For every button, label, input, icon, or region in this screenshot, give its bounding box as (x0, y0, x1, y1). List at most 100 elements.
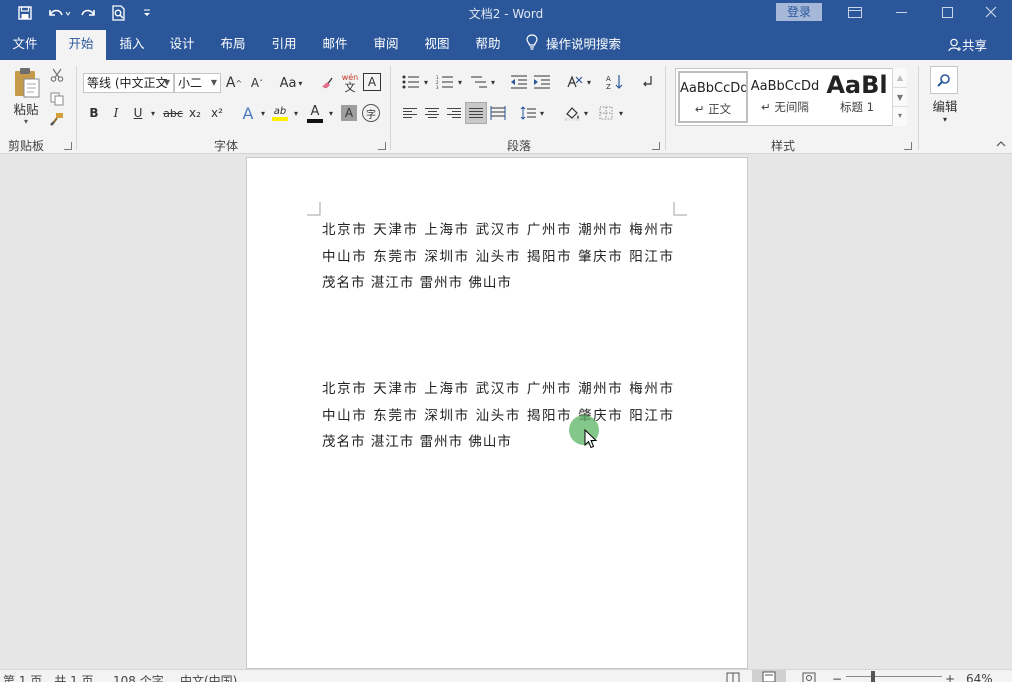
document-paragraph[interactable]: 北京市 天津市 上海市 武汉市 广州市 潮州市 梅州市 中山市 东莞市 深圳市 … (322, 217, 674, 297)
style-normal[interactable]: AaBbCcDd ↵ 正文 (678, 71, 748, 123)
divider (76, 66, 77, 150)
font-launcher-icon[interactable] (378, 142, 386, 150)
multilevel-dropdown-icon[interactable]: ▾ (489, 72, 497, 92)
highlight-dropdown-icon[interactable]: ▾ (291, 104, 301, 122)
zoom-out-button[interactable]: − (832, 672, 842, 682)
editing-button[interactable]: 编辑 (928, 97, 962, 114)
bullets-dropdown-icon[interactable]: ▾ (422, 72, 430, 92)
close-icon[interactable] (968, 0, 1012, 24)
print-layout-icon[interactable] (752, 670, 786, 682)
clear-formatting-icon[interactable] (318, 73, 338, 93)
enclose-characters-icon[interactable]: 字 (362, 104, 380, 122)
distributed-icon[interactable] (488, 104, 508, 122)
show-marks-icon[interactable] (638, 72, 656, 92)
ribbon-display-options-icon[interactable] (832, 0, 878, 24)
paragraph-launcher-icon[interactable] (652, 142, 660, 150)
zoom-level[interactable]: 64% (966, 672, 993, 682)
tab-references[interactable]: 引用 (264, 34, 304, 60)
maximize-icon[interactable] (924, 0, 970, 24)
font-name-combo[interactable]: 等线 (中文正文 ▼ (83, 73, 174, 93)
change-case-icon[interactable]: Aa ▾ (276, 73, 306, 93)
line-spacing-icon[interactable] (518, 104, 538, 122)
bold-button[interactable]: B (86, 104, 102, 122)
cut-icon[interactable] (48, 66, 66, 84)
format-painter-icon[interactable] (48, 110, 66, 128)
paste-button[interactable]: 粘贴 (6, 100, 46, 117)
zoom-in-button[interactable]: + (945, 672, 955, 682)
paragraph-group-label: 段落 (507, 139, 532, 153)
tab-file[interactable]: 文件 (5, 34, 45, 60)
tell-me-search[interactable]: 操作说明搜索 (526, 34, 636, 60)
underline-button[interactable]: U (130, 104, 146, 122)
shrink-font-icon[interactable]: Aˇ (248, 73, 266, 93)
paste-icon[interactable] (10, 66, 44, 100)
document-paragraph[interactable]: 北京市 天津市 上海市 武汉市 广州市 潮州市 梅州市 中山市 东莞市 深圳市 … (322, 376, 674, 456)
language-indicator[interactable]: 中文(中国) (180, 672, 237, 682)
font-name-value: 等线 (中文正文 (87, 76, 168, 90)
highlight-icon[interactable]: ab (270, 102, 290, 124)
tab-mailings[interactable]: 邮件 (315, 34, 355, 60)
zoom-slider[interactable] (846, 676, 942, 677)
underline-dropdown-icon[interactable]: ▾ (148, 104, 158, 122)
paste-dropdown-icon[interactable]: ▾ (18, 116, 34, 126)
superscript-button[interactable]: x² (208, 104, 226, 122)
clipboard-launcher-icon[interactable] (64, 142, 72, 150)
grow-font-icon[interactable]: A ^ (225, 73, 243, 93)
align-left-icon[interactable] (400, 104, 420, 122)
word-count[interactable]: 108 个字 (113, 672, 164, 682)
style-no-spacing[interactable]: AaBbCcDd ↵ 无间隔 (750, 71, 820, 123)
tab-help[interactable]: 帮助 (468, 34, 508, 60)
collapse-ribbon-icon[interactable] (994, 138, 1008, 150)
styles-scroll[interactable]: ▲ ▼ ▾ (892, 68, 907, 126)
multilevel-list-icon[interactable] (468, 72, 490, 92)
font-size-combo[interactable]: 小二 ▼ (174, 73, 221, 93)
read-mode-icon[interactable] (726, 672, 740, 682)
scroll-up-icon[interactable]: ▲ (893, 68, 907, 87)
share-button[interactable]: 共享 (948, 35, 987, 55)
copy-icon[interactable] (48, 90, 66, 108)
minimize-icon[interactable] (878, 0, 924, 24)
styles-launcher-icon[interactable] (904, 142, 912, 150)
tab-design[interactable]: 设计 (162, 34, 202, 60)
web-layout-icon[interactable] (802, 672, 816, 682)
bullets-icon[interactable] (400, 72, 422, 92)
borders-dropdown-icon[interactable]: ▾ (617, 104, 625, 122)
strikethrough-button[interactable]: abc (162, 104, 184, 122)
numbering-icon[interactable]: 123 (434, 72, 456, 92)
font-color-icon[interactable]: A (305, 102, 325, 124)
tab-review[interactable]: 审阅 (366, 34, 406, 60)
subscript-button[interactable]: x₂ (186, 104, 204, 122)
page-count[interactable]: 第 1 页，共 1 页 (3, 672, 94, 682)
tab-home[interactable]: 开始 (56, 30, 106, 60)
shading-dropdown-icon[interactable]: ▾ (582, 104, 590, 122)
more-styles-icon[interactable]: ▾ (893, 106, 907, 124)
align-center-icon[interactable] (422, 104, 442, 122)
style-heading-1[interactable]: AaBl 标题 1 (822, 71, 892, 123)
italic-button[interactable]: I (108, 104, 124, 122)
chinese-layout-dropdown-icon[interactable]: ▾ (585, 72, 593, 92)
tab-layout[interactable]: 布局 (213, 34, 253, 60)
find-icon[interactable] (930, 66, 958, 94)
tab-view[interactable]: 视图 (417, 34, 457, 60)
phonetic-guide-icon[interactable]: wén 文 (340, 71, 360, 95)
line-spacing-dropdown-icon[interactable]: ▾ (538, 104, 546, 122)
editing-dropdown-icon[interactable]: ▾ (938, 114, 952, 124)
character-shading-icon[interactable]: A (341, 105, 357, 121)
sort-icon[interactable]: AZ (604, 72, 626, 92)
borders-icon[interactable] (596, 104, 616, 122)
scroll-down-icon[interactable]: ▼ (893, 87, 907, 106)
numbering-dropdown-icon[interactable]: ▾ (456, 72, 464, 92)
login-button[interactable]: 登录 (776, 3, 822, 21)
font-color-dropdown-icon[interactable]: ▾ (326, 104, 336, 122)
tab-insert[interactable]: 插入 (112, 34, 152, 60)
increase-indent-icon[interactable] (531, 72, 553, 92)
character-border-icon[interactable]: A (363, 73, 381, 91)
text-effects-dropdown-icon[interactable]: ▾ (258, 104, 268, 122)
align-right-icon[interactable] (444, 104, 464, 122)
shading-icon[interactable] (562, 104, 582, 122)
text-effects-icon[interactable]: A (238, 104, 258, 123)
zoom-slider-thumb[interactable] (871, 671, 875, 682)
decrease-indent-icon[interactable] (508, 72, 530, 92)
chinese-layout-icon[interactable] (564, 72, 586, 92)
justify-icon[interactable] (465, 102, 487, 124)
